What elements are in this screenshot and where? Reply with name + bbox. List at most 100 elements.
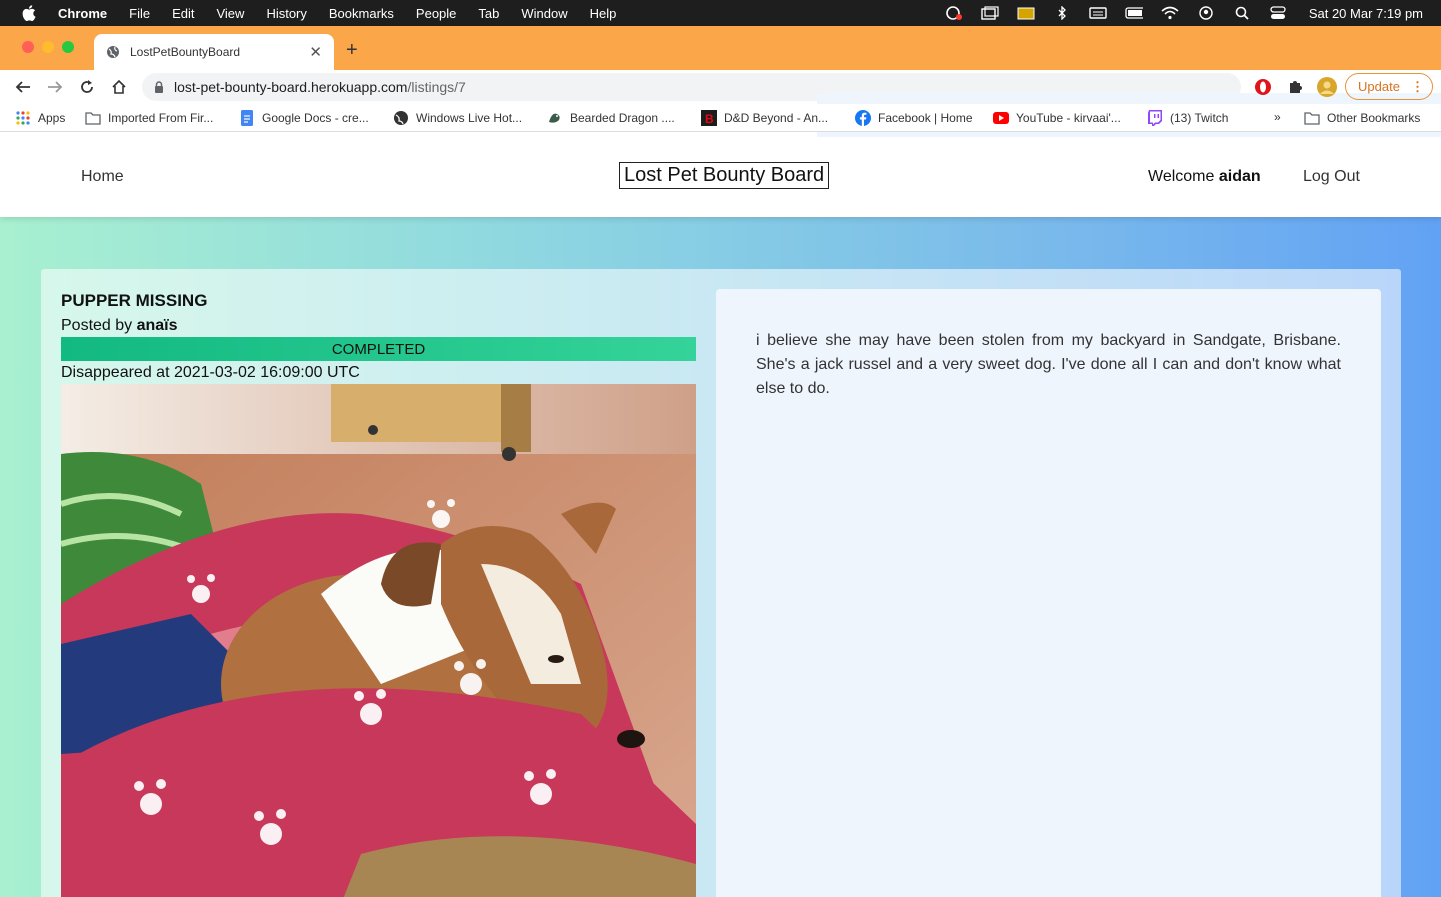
bookmarks-bar: Apps Imported From Fir... Google Docs - … (0, 104, 1441, 132)
extensions-puzzle-icon[interactable] (1285, 77, 1305, 97)
window-controls (22, 41, 74, 53)
listing-description-panel: i believe she may have been stolen from … (716, 289, 1381, 897)
forward-arrow-icon[interactable] (45, 77, 65, 97)
logout-link[interactable]: Log Out (1303, 168, 1360, 186)
menu-file[interactable]: File (129, 6, 150, 21)
posted-by: Posted by anaïs (61, 317, 696, 335)
yellow-window-icon[interactable] (1017, 6, 1035, 20)
menu-edit[interactable]: Edit (172, 6, 194, 21)
twitch-icon (1147, 110, 1163, 126)
menu-history[interactable]: History (266, 6, 306, 21)
svg-text:B: B (705, 112, 714, 126)
menu-bookmarks[interactable]: Bookmarks (329, 6, 394, 21)
spotlight-search-icon[interactable] (1233, 6, 1251, 20)
folder-icon (85, 110, 101, 126)
site-navbar: Home Lost Pet Bounty Board Welcome aidan… (0, 137, 1441, 217)
menu-app-chrome[interactable]: Chrome (58, 6, 107, 21)
profile-avatar[interactable] (1317, 77, 1337, 97)
menu-window[interactable]: Window (521, 6, 567, 21)
bookmark-imported-from-firefox[interactable]: Imported From Fir... (85, 110, 213, 126)
bookmark-twitch[interactable]: (13) Twitch (1147, 110, 1228, 126)
minimize-window-button[interactable] (42, 41, 54, 53)
url-path: /listings/7 (407, 79, 466, 95)
update-label: Update (1358, 79, 1400, 94)
wifi-icon[interactable] (1161, 6, 1179, 20)
user-account-icon[interactable] (1197, 6, 1215, 20)
welcome-message: Welcome aidan (1148, 168, 1261, 186)
bookmark-label: (13) Twitch (1170, 111, 1229, 125)
address-bar[interactable]: lost-pet-bounty-board.herokuapp.com/list… (142, 73, 1441, 733)
google-docs-icon (239, 110, 255, 126)
close-window-button[interactable] (22, 41, 34, 53)
apps-grid-icon (15, 110, 31, 126)
bookmark-facebook[interactable]: Facebook | Home (855, 110, 973, 126)
home-link[interactable]: Home (81, 168, 124, 186)
author-name: anaïs (136, 317, 178, 334)
bookmark-google-docs[interactable]: Google Docs - cre... (239, 110, 369, 126)
facebook-icon (855, 110, 871, 126)
opera-vpn-extension-icon[interactable] (1253, 77, 1273, 97)
update-chrome-button[interactable]: Update ⋮ (1345, 73, 1433, 100)
menu-help[interactable]: Help (590, 6, 617, 21)
pet-photo (61, 384, 696, 897)
more-menu-icon[interactable]: ⋮ (1411, 79, 1424, 95)
apple-icon[interactable] (22, 5, 40, 21)
reload-icon[interactable] (77, 77, 97, 97)
browser-tab-strip: LostPetBountyBoard ✕ + (0, 26, 1441, 70)
zoom-window-button[interactable] (62, 41, 74, 53)
status-badge: COMPLETED (61, 337, 696, 361)
page-viewport: Home Lost Pet Bounty Board Welcome aidan… (0, 137, 1441, 897)
window-switcher-icon[interactable] (981, 6, 999, 20)
bookmark-label: D&D Beyond - An... (724, 111, 829, 125)
url-host: lost-pet-bounty-board.herokuapp.com (174, 79, 408, 95)
menu-tab[interactable]: Tab (478, 6, 499, 21)
bookmark-label: Other Bookmarks (1327, 111, 1421, 125)
creative-cloud-icon[interactable] (945, 6, 963, 20)
bookmark-apps[interactable]: Apps (15, 110, 65, 126)
new-tab-icon[interactable]: + (346, 39, 358, 62)
bookmark-label: YouTube - kirvaai'... (1016, 111, 1121, 125)
welcome-label: Welcome (1148, 168, 1215, 185)
dragon-icon (547, 110, 563, 126)
bookmark-label: Windows Live Hot... (416, 111, 523, 125)
bookmark-label: Imported From Fir... (108, 111, 214, 125)
lock-icon[interactable] (154, 81, 164, 93)
listing-description: i believe she may have been stolen from … (756, 332, 1341, 397)
home-icon[interactable] (109, 77, 129, 97)
browser-toolbar: lost-pet-bounty-board.herokuapp.com/list… (0, 70, 1441, 733)
close-tab-icon[interactable]: ✕ (309, 43, 322, 61)
menu-people[interactable]: People (416, 6, 456, 21)
bookmark-bearded-dragon[interactable]: Bearded Dragon .... (547, 110, 675, 126)
disappeared-at: Disappeared at 2021-03-02 16:09:00 UTC (61, 364, 360, 381)
listing-title: PUPPER MISSING (61, 291, 208, 310)
site-brand-logo[interactable]: Lost Pet Bounty Board (619, 162, 830, 189)
bookmarks-overflow-chevron[interactable]: » (1274, 110, 1281, 124)
tab-title: LostPetBountyBoard (130, 45, 241, 59)
bluetooth-icon[interactable] (1053, 6, 1071, 20)
bookmark-label: Bearded Dragon .... (570, 111, 675, 125)
globe-icon (393, 110, 409, 126)
listing-card: PUPPER MISSING Posted by anaïs COMPLETED… (41, 269, 1401, 897)
username: aidan (1218, 168, 1261, 185)
listing-details: PUPPER MISSING Posted by anaïs COMPLETED… (61, 291, 696, 897)
display-icon[interactable] (1089, 6, 1107, 20)
bookmark-label: Apps (38, 111, 66, 125)
menu-view[interactable]: View (216, 6, 244, 21)
back-arrow-icon[interactable] (13, 77, 33, 97)
bookmark-other-bookmarks[interactable]: Other Bookmarks (1304, 110, 1420, 126)
bookmark-youtube[interactable]: YouTube - kirvaai'... (993, 110, 1121, 126)
bookmark-windows-live-hotmail[interactable]: Windows Live Hot... (393, 110, 522, 126)
macos-menu-bar: Chrome File Edit View History Bookmarks … (0, 0, 1441, 26)
globe-icon (106, 45, 120, 59)
browser-tab[interactable]: LostPetBountyBoard ✕ (94, 34, 334, 70)
control-center-icon[interactable] (1269, 6, 1287, 20)
bookmark-dnd-beyond[interactable]: B D&D Beyond - An... (701, 110, 828, 126)
menu-clock[interactable]: Sat 20 Mar 7:19 pm (1309, 6, 1423, 21)
bookmark-label: Google Docs - cre... (262, 111, 369, 125)
youtube-icon (993, 110, 1009, 126)
folder-icon (1304, 110, 1320, 126)
dnd-icon: B (701, 110, 717, 126)
battery-icon[interactable] (1125, 6, 1143, 20)
bookmark-label: Facebook | Home (878, 111, 973, 125)
posted-by-label: Posted by (61, 317, 133, 334)
